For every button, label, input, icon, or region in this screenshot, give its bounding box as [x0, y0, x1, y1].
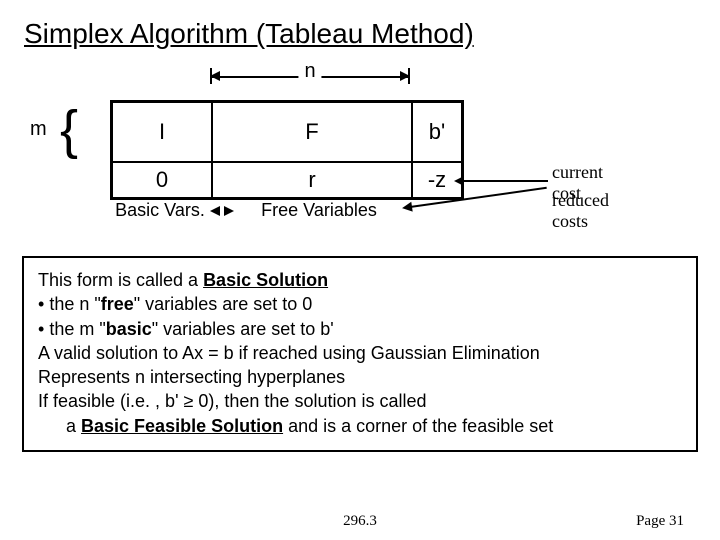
- tableau-grid: I F b' 0 r -z: [110, 100, 464, 200]
- n-span-bracket: n: [210, 66, 410, 86]
- explanation-box: This form is called a Basic Solution • t…: [22, 256, 698, 452]
- basic-vars-label: Basic Vars.: [110, 200, 210, 221]
- m-label: m: [30, 118, 47, 141]
- explain-bullet-2: • the m "basic" variables are set to b': [38, 317, 682, 341]
- slide-footer: 296.3 Page 31: [0, 513, 720, 530]
- reduced-costs-label: reduced costs: [552, 190, 609, 232]
- cell-F: F: [212, 102, 412, 162]
- cell-bprime: b': [412, 102, 462, 162]
- explain-line-7: a Basic Feasible Solution and is a corne…: [38, 414, 682, 438]
- explain-line-5: Represents n intersecting hyperplanes: [38, 365, 682, 389]
- tableau-diagram: n m { I F b' 0 r -z Basic Vars. Free Var…: [110, 66, 570, 256]
- n-label: n: [298, 60, 321, 83]
- basic-solution-term: Basic Solution: [203, 270, 328, 290]
- m-span-bracket: m {: [36, 100, 76, 160]
- brace-icon: {: [60, 100, 78, 160]
- cell-zero: 0: [112, 162, 212, 198]
- arrow-to-negz: [462, 180, 548, 182]
- free-vars-label: Free Variables: [234, 200, 404, 221]
- basic-feasible-solution-term: Basic Feasible Solution: [81, 416, 283, 436]
- slide-title: Simplex Algorithm (Tableau Method): [0, 0, 720, 58]
- page-number: Page 31: [636, 513, 684, 530]
- cell-r: r: [212, 162, 412, 198]
- explain-line-6: If feasible (i.e. , b' ≥ 0), then the so…: [38, 389, 682, 413]
- explain-bullet-1: • the n "free" variables are set to 0: [38, 292, 682, 316]
- double-arrow-icon: [210, 200, 234, 221]
- explain-line-1: This form is called a Basic Solution: [38, 268, 682, 292]
- cell-I: I: [112, 102, 212, 162]
- course-number: 296.3: [343, 513, 377, 530]
- explain-line-4: A valid solution to Ax = b if reached us…: [38, 341, 682, 365]
